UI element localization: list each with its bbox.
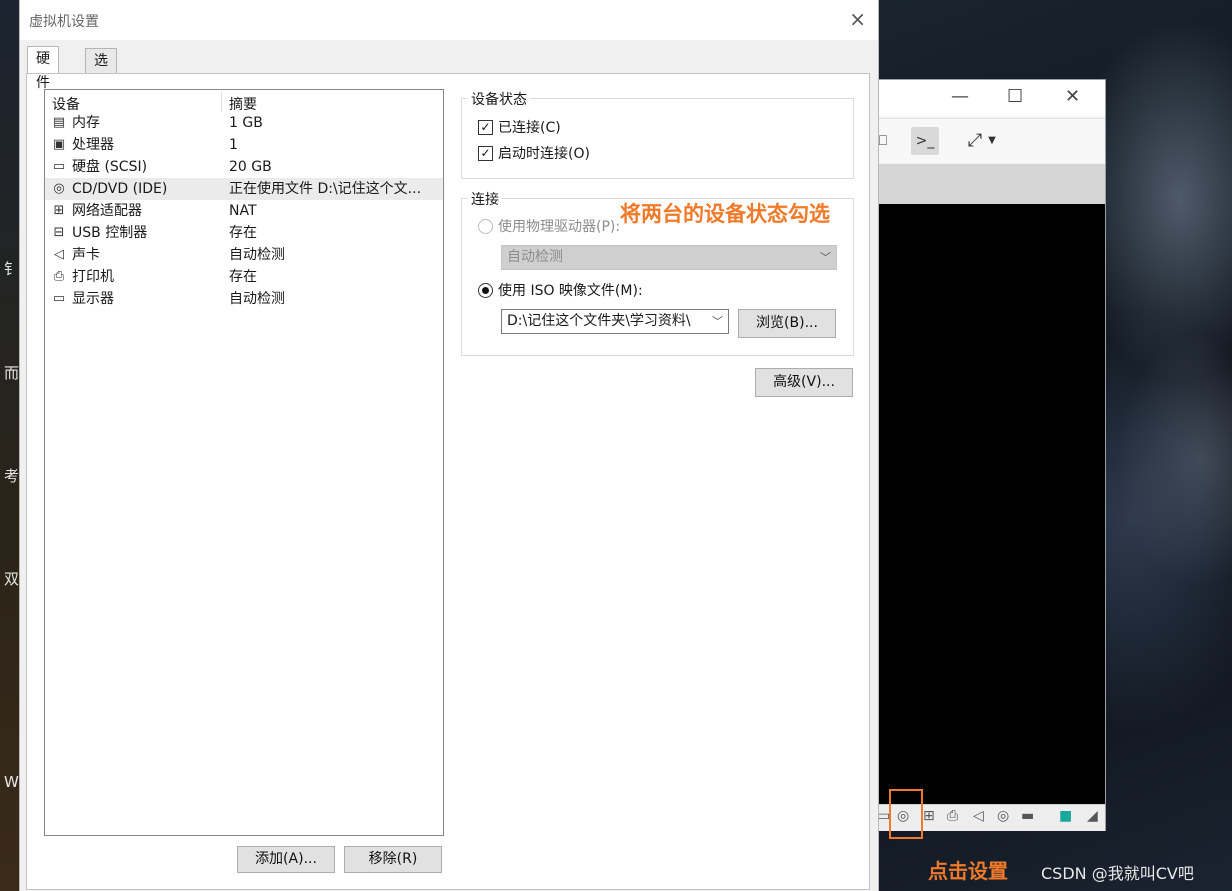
desktop-left-strip: 钅 而 考 双 W bbox=[0, 0, 20, 891]
vm-titlebar: — ☐ ✕ bbox=[877, 80, 1105, 116]
device-name: 显示器 bbox=[72, 291, 114, 307]
highlight-box bbox=[889, 789, 923, 839]
physical-drive-label[interactable]: 使用物理驱动器(P): bbox=[498, 216, 620, 236]
iso-path-combobox[interactable]: D:\记住这个文件夹\学习资料\ ﹀ bbox=[501, 309, 729, 334]
memory-icon: ▤ bbox=[52, 115, 66, 130]
dialog-title: 虚拟机设置 bbox=[29, 14, 99, 30]
chevron-down-icon[interactable]: ﹀ bbox=[709, 310, 723, 333]
vm-screen[interactable] bbox=[877, 204, 1105, 804]
device-summary: 20 GB bbox=[229, 159, 272, 175]
chevron-down-icon[interactable]: ▼ bbox=[985, 127, 999, 155]
device-name: USB 控制器 bbox=[72, 225, 148, 241]
connection-group: 连接 使用物理驱动器(P): 自动检测 ﹀ 使用 ISO 映像文件(M): D:… bbox=[461, 189, 854, 356]
usb-status-icon[interactable]: ◎ bbox=[997, 808, 1009, 824]
device-row-cd-dvd[interactable]: ◎ CD/DVD (IDE) 正在使用文件 D:\记住这个文... bbox=[45, 178, 443, 200]
vm-toolbar: ⎕ >_ ⤢ ▼ bbox=[877, 118, 1105, 163]
hard-disk-icon: ▭ bbox=[52, 159, 66, 174]
connected-checkbox[interactable]: ✓ bbox=[478, 120, 493, 135]
tab-hardware[interactable]: 硬件 bbox=[27, 46, 59, 91]
device-summary: 自动检测 bbox=[229, 291, 285, 307]
hardware-panel: 设备 摘要 ▤ 内存 1 GB ▣ 处理器 1 ▭ 硬盘 (SCSI) 20 G… bbox=[26, 73, 870, 890]
iso-image-label[interactable]: 使用 ISO 映像文件(M): bbox=[498, 280, 643, 300]
dialog-titlebar: 虚拟机设置 × bbox=[20, 0, 878, 40]
device-row-usb[interactable]: ⊟ USB 控制器 存在 bbox=[45, 222, 443, 244]
network-adapter-icon: ⊞ bbox=[53, 203, 65, 218]
sound-card-icon: ◁ bbox=[54, 247, 64, 262]
column-header-summary[interactable]: 摘要 bbox=[229, 94, 257, 114]
device-name: 处理器 bbox=[72, 137, 114, 153]
chevron-down-icon: ﹀ bbox=[820, 251, 831, 264]
device-row-display[interactable]: ▭ 显示器 自动检测 bbox=[45, 288, 443, 310]
device-list-header: 设备 摘要 bbox=[45, 90, 443, 114]
browse-button[interactable]: 浏览(B)... bbox=[738, 309, 836, 338]
printer-icon: ⎙ bbox=[53, 269, 65, 284]
iso-image-radio[interactable] bbox=[478, 283, 493, 298]
minimize-icon[interactable]: — bbox=[951, 86, 969, 107]
iso-path-value: D:\记住这个文件夹\学习资料\ bbox=[507, 313, 691, 329]
desktop-glyph: 考 bbox=[4, 467, 20, 485]
physical-drive-value: 自动检测 bbox=[507, 249, 563, 265]
device-name: 内存 bbox=[72, 115, 100, 131]
usb-icon: ⊟ bbox=[53, 225, 65, 240]
device-summary: 存在 bbox=[229, 225, 257, 241]
watermark: CSDN @我就叫CV吧 bbox=[1041, 864, 1194, 883]
column-divider bbox=[221, 92, 222, 112]
device-name: 网络适配器 bbox=[72, 203, 142, 219]
network-status-icon[interactable]: ⊞ bbox=[923, 808, 935, 824]
advanced-button[interactable]: 高级(V)... bbox=[755, 368, 853, 397]
device-summary: 1 bbox=[229, 137, 238, 153]
device-summary: 1 GB bbox=[229, 115, 263, 131]
note-icon[interactable]: ■ bbox=[1059, 808, 1072, 824]
connection-title: 连接 bbox=[468, 189, 502, 209]
device-row-printer[interactable]: ⎙ 打印机 存在 bbox=[45, 266, 443, 288]
processor-icon: ▣ bbox=[52, 137, 66, 152]
device-summary: 自动检测 bbox=[229, 247, 285, 263]
connected-label[interactable]: 已连接(C) bbox=[498, 117, 561, 137]
device-row-network-adapter[interactable]: ⊞ 网络适配器 NAT bbox=[45, 200, 443, 222]
device-summary: NAT bbox=[229, 203, 257, 219]
vm-settings-dialog: 虚拟机设置 × 硬件 选项 设备 摘要 ▤ 内存 1 GB ▣ 处理器 1 ▭ bbox=[19, 0, 879, 891]
cd-dvd-icon: ◎ bbox=[53, 181, 65, 196]
device-summary: 存在 bbox=[229, 269, 257, 285]
sound-status-icon[interactable]: ◁ bbox=[973, 808, 984, 824]
device-row-hard-disk[interactable]: ▭ 硬盘 (SCSI) 20 GB bbox=[45, 156, 443, 178]
device-status-title: 设备状态 bbox=[468, 89, 530, 109]
device-row-memory[interactable]: ▤ 内存 1 GB bbox=[45, 112, 443, 134]
device-summary: 正在使用文件 D:\记住这个文... bbox=[229, 181, 422, 197]
vm-window: — ☐ ✕ ⎕ >_ ⤢ ▼ ▭ ◎ ⊞ ⎙ ◁ ◎ ▬ ■ ◢ bbox=[876, 79, 1106, 831]
tab-options[interactable]: 选项 bbox=[85, 48, 117, 93]
connect-at-power-on-checkbox[interactable]: ✓ bbox=[478, 146, 493, 161]
display-icon: ▭ bbox=[52, 291, 66, 306]
annotation-click-settings: 点击设置 bbox=[928, 859, 1008, 883]
printer-status-icon[interactable]: ⎙ bbox=[947, 808, 958, 824]
device-name: CD/DVD (IDE) bbox=[72, 181, 168, 197]
maximize-icon[interactable]: ☐ bbox=[1007, 86, 1023, 107]
close-icon[interactable]: ✕ bbox=[1065, 86, 1080, 107]
device-name: 硬盘 (SCSI) bbox=[72, 159, 148, 175]
display-status-icon[interactable]: ▬ bbox=[1021, 808, 1034, 824]
physical-drive-radio[interactable] bbox=[478, 219, 493, 234]
desktop-glyph: 双 bbox=[4, 570, 20, 588]
resize-grip-icon[interactable]: ◢ bbox=[1087, 808, 1098, 824]
device-row-processor[interactable]: ▣ 处理器 1 bbox=[45, 134, 443, 156]
device-name: 声卡 bbox=[72, 247, 100, 263]
column-header-device[interactable]: 设备 bbox=[52, 94, 80, 114]
desktop-glyph: W bbox=[4, 773, 19, 791]
desktop-glyph: 钅 bbox=[4, 260, 20, 278]
console-icon[interactable]: >_ bbox=[911, 127, 939, 155]
device-list[interactable]: 设备 摘要 ▤ 内存 1 GB ▣ 处理器 1 ▭ 硬盘 (SCSI) 20 G… bbox=[44, 89, 444, 836]
remove-button[interactable]: 移除(R) bbox=[344, 846, 442, 873]
physical-drive-select: 自动检测 ﹀ bbox=[501, 245, 837, 270]
connect-at-power-on-label[interactable]: 启动时连接(O) bbox=[498, 143, 590, 163]
vm-tabbar bbox=[877, 164, 1105, 204]
device-status-group: 设备状态 ✓ 已连接(C) ✓ 启动时连接(O) bbox=[461, 89, 854, 179]
device-name: 打印机 bbox=[72, 269, 114, 285]
close-icon[interactable]: × bbox=[849, 7, 866, 31]
add-button[interactable]: 添加(A)... bbox=[237, 846, 335, 873]
device-row-sound-card[interactable]: ◁ 声卡 自动检测 bbox=[45, 244, 443, 266]
desktop-glyph: 而 bbox=[4, 364, 20, 382]
